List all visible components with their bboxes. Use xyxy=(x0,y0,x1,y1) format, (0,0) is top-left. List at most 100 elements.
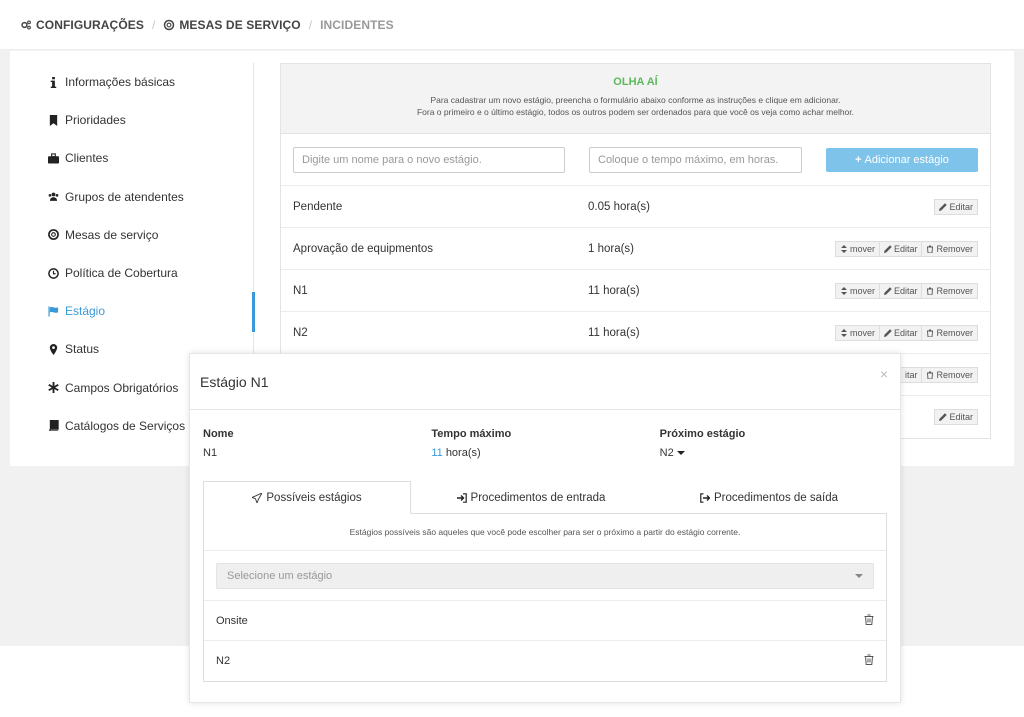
life-ring-icon xyxy=(164,19,175,30)
plus-icon: + xyxy=(855,153,862,166)
sidebar-item-clientes[interactable]: Clientes xyxy=(36,139,256,177)
sort-icon xyxy=(840,286,847,295)
sidebar-item-label: Informações básicas xyxy=(65,75,176,90)
move-button[interactable]: mover xyxy=(834,240,880,257)
stage-name-link[interactable]: N1 xyxy=(203,447,431,459)
sort-icon xyxy=(840,244,847,253)
sidebar-item-label: Prioridades xyxy=(65,113,126,128)
pencil-icon xyxy=(883,244,892,253)
possible-stage-name: N2 xyxy=(216,655,231,667)
sidebar-item-mesas[interactable]: Mesas de serviço xyxy=(36,216,256,254)
stage-time: 1 hora(s) xyxy=(588,242,635,255)
clock-icon xyxy=(48,267,59,279)
stage-name-input[interactable]: Digite um nome para o novo estágio. xyxy=(293,146,565,173)
remove-button[interactable]: Remover xyxy=(922,282,978,299)
breadcrumb: CONFIGURAÇÕES / MESAS DE SERVIÇO / INCID… xyxy=(0,0,1024,50)
stage-select-row: Selecione um estágio xyxy=(204,551,886,601)
table-row: Aprovação de equipmentos 1 hora(s) mover… xyxy=(281,228,990,270)
table-row: N1 11 hora(s) mover Editar Remover xyxy=(281,270,990,312)
remove-label: Remover xyxy=(936,243,973,254)
field-next: Próximo estágio N2 xyxy=(660,428,888,459)
remove-button[interactable]: Remover xyxy=(922,240,978,257)
sidebar-item-politica[interactable]: Política de Cobertura xyxy=(36,254,256,292)
sidebar-item-prioridades[interactable]: Prioridades xyxy=(36,101,256,139)
edit-label: Editar xyxy=(893,243,918,254)
remove-label: Remover xyxy=(936,327,973,338)
trash-icon[interactable] xyxy=(864,654,874,668)
map-marker-icon xyxy=(49,343,58,355)
possible-stages-panel: Estágios possíveis são aqueles que você … xyxy=(203,513,887,682)
sign-out-icon xyxy=(700,492,710,503)
edit-button[interactable]: Editar xyxy=(879,324,923,341)
pencil-icon xyxy=(939,202,948,211)
sidebar-item-label: Estágio xyxy=(65,304,106,319)
briefcase-icon xyxy=(48,153,59,164)
trash-icon xyxy=(927,329,934,337)
sidebar-item-label: Catálogos de Serviços xyxy=(65,418,186,433)
tab-procedimentos-saida[interactable]: Procedimentos de saída xyxy=(651,481,887,514)
move-label: mover xyxy=(849,285,875,296)
stage-time: 0.05 hora(s) xyxy=(588,200,651,213)
flag-icon xyxy=(48,306,59,317)
bookmark-icon xyxy=(49,114,58,126)
asterisk-icon xyxy=(48,382,59,394)
remove-button[interactable]: Remover xyxy=(922,324,978,341)
pencil-icon xyxy=(883,328,892,337)
field-next-label: Próximo estágio xyxy=(659,428,746,440)
edit-button[interactable]: itar xyxy=(899,366,923,383)
stage-name: N2 xyxy=(293,326,308,339)
sidebar-item-informacoes[interactable]: Informações básicas xyxy=(36,63,256,101)
info-icon xyxy=(50,76,57,88)
move-label: mover xyxy=(849,327,875,338)
table-row: Pendente 0.05 hora(s) Editar xyxy=(281,186,990,228)
breadcrumb-separator: / xyxy=(308,17,313,32)
sidebar-item-estagio[interactable]: Estágio xyxy=(36,292,256,330)
trash-icon xyxy=(927,287,934,295)
next-stage-dropdown[interactable]: N2 xyxy=(660,447,888,459)
tab-label: Procedimentos de saída xyxy=(713,491,839,504)
stage-time-input[interactable]: Coloque o tempo máximo, em horas. xyxy=(589,146,802,173)
add-stage-label: Adicionar estágio xyxy=(864,153,949,166)
sidebar-item-label: Clientes xyxy=(65,151,109,166)
stage-time: 11 hora(s) xyxy=(588,284,640,297)
tab-possiveis-estagios[interactable]: Possíveis estágios xyxy=(203,481,411,514)
sign-in-icon xyxy=(456,492,467,503)
tab-label: Procedimentos de entrada xyxy=(470,491,606,504)
trash-icon[interactable] xyxy=(864,614,874,628)
sidebar-item-grupos[interactable]: Grupos de atendentes xyxy=(36,178,256,216)
stage-time: 11 hora(s) xyxy=(588,326,640,339)
modal-title: Estágio N1 xyxy=(200,373,269,390)
remove-button[interactable]: Remover xyxy=(922,366,978,383)
sidebar-active-indicator xyxy=(252,292,255,332)
edit-button[interactable]: Editar xyxy=(934,198,978,215)
field-name: Nome N1 xyxy=(203,428,431,459)
time-value-link[interactable]: 11 xyxy=(431,447,442,459)
remove-label: Remover xyxy=(936,285,973,296)
add-stage-button[interactable]: + Adicionar estágio xyxy=(826,147,978,172)
stage-detail-modal: Estágio N1 × Nome N1 Tempo máximo 11 hor… xyxy=(189,353,901,703)
next-stage-value: N2 xyxy=(659,447,674,459)
paper-plane-icon xyxy=(252,492,263,503)
edit-button[interactable]: Editar xyxy=(934,409,978,425)
sidebar-item-label: Grupos de atendentes xyxy=(65,189,184,204)
book-icon xyxy=(49,420,59,432)
tab-label: Possíveis estágios xyxy=(266,491,362,504)
move-button[interactable]: mover xyxy=(834,324,880,341)
pencil-icon xyxy=(883,286,892,295)
users-icon xyxy=(48,192,59,201)
tab-procedimentos-entrada[interactable]: Procedimentos de entrada xyxy=(411,481,651,514)
sidebar-item-label: Política de Cobertura xyxy=(65,266,178,281)
breadcrumb-item-mesas[interactable]: MESAS DE SERVIÇO xyxy=(163,18,301,32)
breadcrumb-item-configuracoes[interactable]: CONFIGURAÇÕES xyxy=(20,18,144,32)
remove-label: Remover xyxy=(936,369,973,380)
move-button[interactable]: mover xyxy=(834,282,880,299)
stage-name: Aprovação de equipmentos xyxy=(293,242,434,255)
close-icon[interactable]: × xyxy=(880,366,888,382)
info-title: OLHA AÍ xyxy=(613,76,658,88)
edit-button[interactable]: Editar xyxy=(879,282,923,299)
stage-name: N1 xyxy=(293,284,308,297)
field-name-label: Nome xyxy=(203,428,234,440)
edit-button[interactable]: Editar xyxy=(879,240,923,257)
caret-down-icon xyxy=(676,451,685,455)
stage-select[interactable]: Selecione um estágio xyxy=(216,562,874,589)
